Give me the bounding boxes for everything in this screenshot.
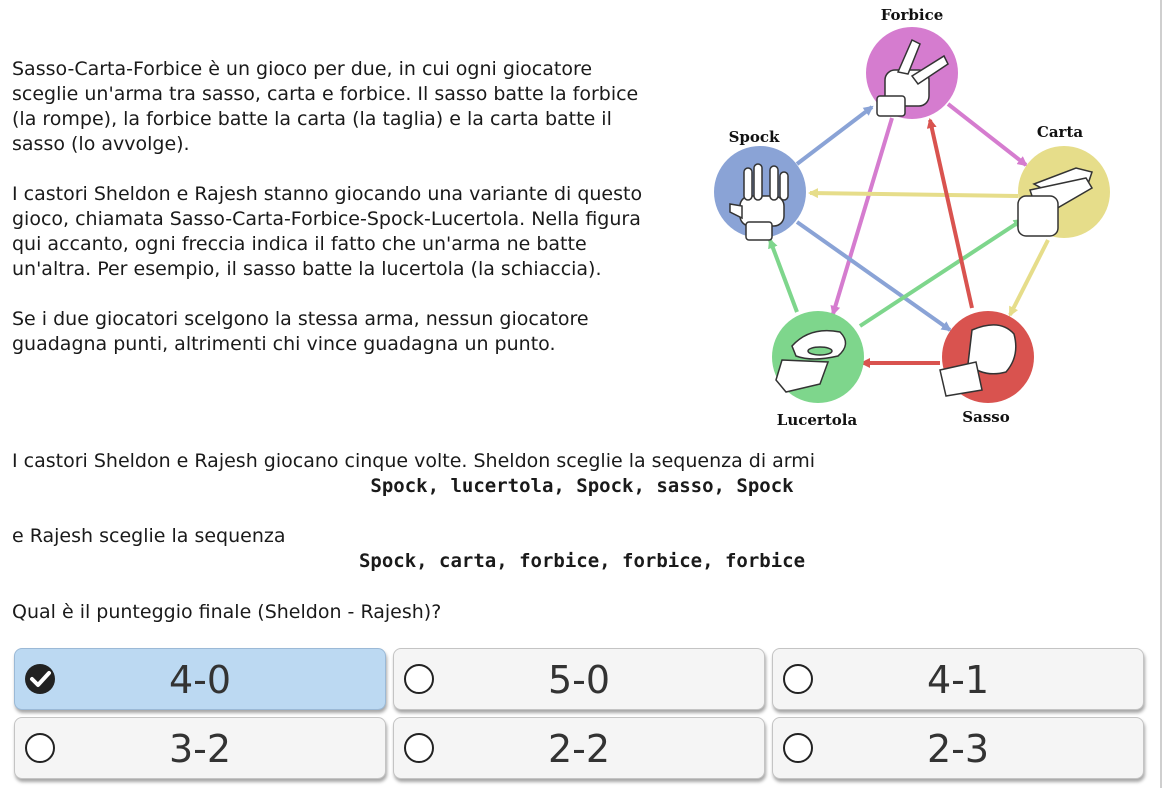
arrow-spock-forbice	[795, 105, 874, 166]
intro-paragraph-2: I castori Sheldon e Rajesh stanno giocan…	[12, 183, 643, 280]
question-prompt: Qual è il punteggio finale (Sheldon - Ra…	[12, 601, 442, 623]
sheldon-sequence: Spock, lucertola, Spock, sasso, Spock	[370, 475, 794, 497]
answer-label: 2-3	[926, 727, 990, 771]
intro-paragraph-3: Se i due giocatori scelgono la stessa ar…	[12, 308, 589, 355]
arrow-lucertola-carta	[858, 218, 1024, 328]
arrow-carta-spock	[808, 188, 1019, 199]
spock-label: Spock	[729, 128, 780, 146]
answer-option-5[interactable]: 2-2	[393, 717, 765, 779]
arrow-carta-sasso	[1008, 239, 1050, 317]
answer-option-2[interactable]: 5-0	[393, 648, 765, 710]
forbice-label: Forbice	[881, 6, 944, 24]
rajesh-sequence: Spock, carta, forbice, forbice, forbice	[358, 550, 806, 572]
forbice-node	[866, 27, 958, 119]
spock-node	[714, 146, 806, 241]
arrow-sasso-forbice	[926, 118, 974, 309]
answer-option-3[interactable]: 4-1	[772, 648, 1144, 710]
answer-label: 3-2	[168, 727, 232, 771]
carta-node	[1017, 146, 1110, 238]
rules-diagram-svg: Forbice Carta Spock Lucertola Sasso	[714, 6, 1110, 429]
page-right-border	[1160, 0, 1162, 788]
lucertola-node	[772, 311, 864, 403]
carta-label: Carta	[1037, 123, 1083, 141]
answer-option-6[interactable]: 2-3	[772, 717, 1144, 779]
question-line-2: e Rajesh sceglie la sequenza	[12, 525, 286, 547]
intro-text: Sasso-Carta-Forbice è un gioco per due, …	[12, 57, 652, 382]
answer-label: 2-2	[547, 727, 611, 771]
rules-diagram: Forbice Carta Spock Lucertola Sasso	[700, 0, 1130, 440]
answer-option-1[interactable]: 4-0	[14, 648, 386, 710]
answer-label: 5-0	[547, 658, 611, 702]
lucertola-label: Lucertola	[777, 411, 858, 429]
arrow-lucertola-spock	[768, 238, 799, 313]
arrow-forbice-carta	[946, 102, 1028, 167]
answer-option-4[interactable]: 3-2	[14, 717, 386, 779]
sasso-node	[939, 311, 1034, 403]
answer-label: 4-1	[926, 658, 990, 702]
question-line-1: I castori Sheldon e Rajesh giocano cinqu…	[12, 450, 816, 472]
intro-paragraph-1: Sasso-Carta-Forbice è un gioco per due, …	[12, 58, 639, 155]
answer-options: 4-0 5-0 4-1 3-2 2-2 2-3	[14, 648, 1148, 780]
sasso-label: Sasso	[962, 408, 1009, 426]
answer-label: 4-0	[168, 658, 232, 702]
